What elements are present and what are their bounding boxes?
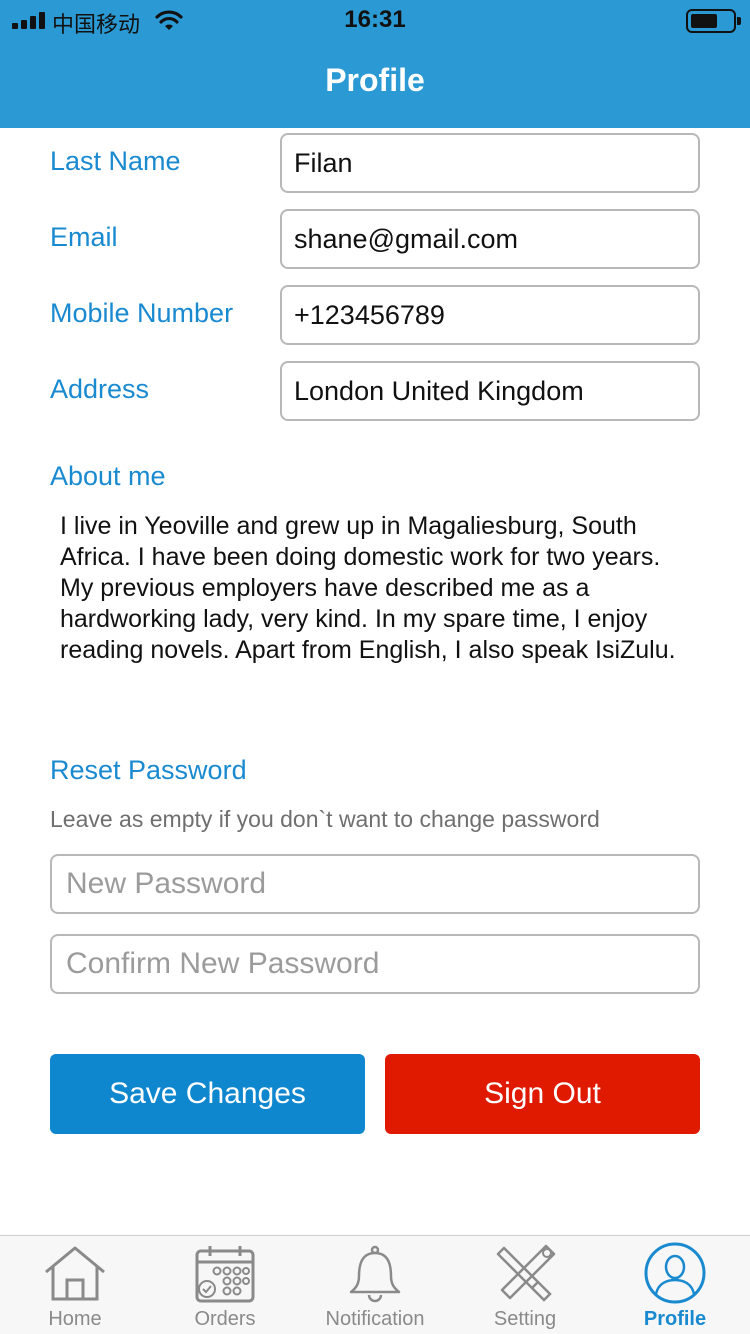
tab-label: Home xyxy=(48,1308,102,1330)
status-bar: 中国移动 16:31 xyxy=(0,0,750,40)
mobile-input[interactable] xyxy=(282,287,698,343)
battery-icon xyxy=(686,9,741,33)
tab-label: Notification xyxy=(325,1308,425,1330)
address-input[interactable] xyxy=(282,363,698,419)
save-changes-button[interactable]: Save Changes xyxy=(50,1054,365,1134)
sign-out-button[interactable]: Sign Out xyxy=(385,1054,700,1134)
confirm-password-field[interactable] xyxy=(50,934,700,994)
mobile-label: Mobile Number xyxy=(50,298,234,328)
user-icon xyxy=(644,1242,706,1304)
address-field[interactable] xyxy=(280,361,700,421)
calendar-icon xyxy=(195,1246,255,1303)
confirm-password-input[interactable] xyxy=(52,936,698,992)
tab-home[interactable]: Home xyxy=(0,1236,150,1334)
tab-profile[interactable]: Profile xyxy=(600,1236,750,1334)
home-icon xyxy=(45,1246,105,1301)
about-label: About me xyxy=(50,461,166,491)
tab-label: Orders xyxy=(194,1308,256,1330)
new-password-input[interactable] xyxy=(52,856,698,912)
reset-password-hint: Leave as empty if you don`t want to chan… xyxy=(50,806,600,832)
status-time: 16:31 xyxy=(344,6,406,33)
tab-label: Setting xyxy=(493,1308,557,1330)
tab-bar: Home Orders Notification Setting Profile xyxy=(0,1235,750,1334)
address-label: Address xyxy=(50,374,150,404)
about-text[interactable]: I live in Yeoville and grew up in Magali… xyxy=(60,511,700,666)
tab-setting[interactable]: Setting xyxy=(450,1236,600,1334)
new-password-field[interactable] xyxy=(50,854,700,914)
app-header: 中国移动 16:31 Profile xyxy=(0,0,750,128)
tab-label: Profile xyxy=(643,1308,707,1330)
tab-notification[interactable]: Notification xyxy=(300,1236,450,1334)
last-name-label: Last Name xyxy=(50,146,181,176)
email-input[interactable] xyxy=(282,211,698,267)
tools-icon xyxy=(496,1244,556,1302)
email-field[interactable] xyxy=(280,209,700,269)
reset-password-label: Reset Password xyxy=(50,755,247,785)
tab-orders[interactable]: Orders xyxy=(150,1236,300,1334)
last-name-field[interactable] xyxy=(280,133,700,193)
email-label: Email xyxy=(50,222,118,252)
last-name-input[interactable] xyxy=(282,135,698,191)
mobile-field[interactable] xyxy=(280,285,700,345)
page-title: Profile xyxy=(325,62,425,98)
bell-icon xyxy=(349,1245,401,1303)
